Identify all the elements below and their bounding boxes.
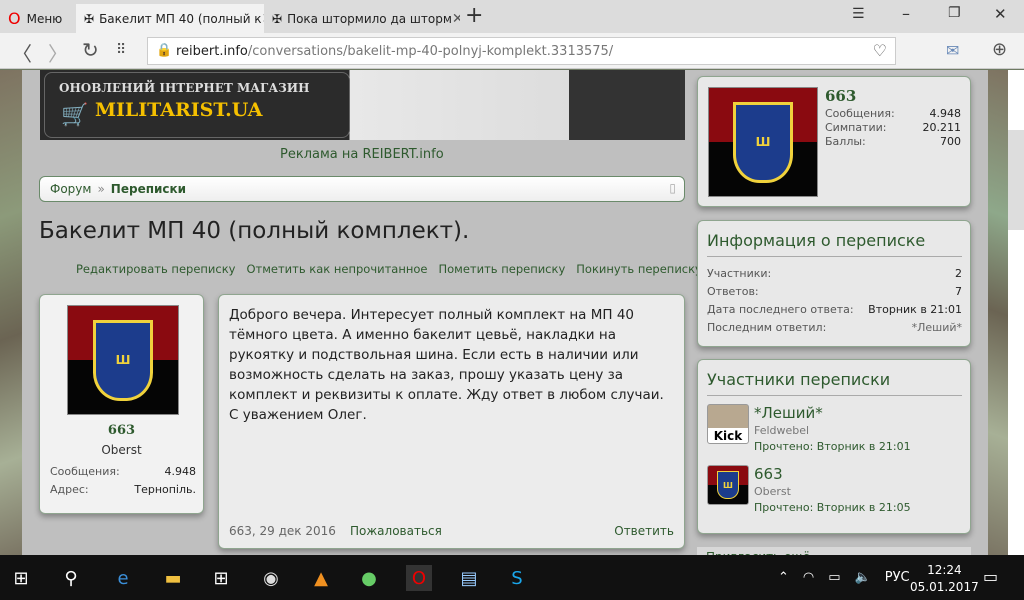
message-text: Доброго вечера. Интересует полный компле… — [229, 307, 664, 423]
participant-avatar[interactable]: Kick — [707, 404, 749, 444]
maximize-button[interactable]: ❐ — [948, 5, 961, 21]
author-name[interactable]: 663 — [40, 423, 203, 438]
minimize-button[interactable]: – — [902, 4, 910, 23]
iron-cross-icon: ✠ — [272, 11, 283, 26]
trident-icon: Ш — [717, 470, 739, 500]
cart-icon: 🛒 — [61, 103, 89, 128]
profile-name[interactable]: 663 — [825, 87, 856, 105]
store-icon[interactable]: ⊞ — [208, 565, 234, 591]
conversation-actions: Редактировать переписку Отметить как неп… — [76, 262, 702, 276]
scrollbar[interactable] — [1008, 70, 1024, 555]
info-row: Последним ответил: *Леший* — [707, 321, 962, 334]
edit-conversation-link[interactable]: Редактировать переписку — [76, 262, 235, 276]
message-body: Доброго вечера. Интересует полный компле… — [218, 294, 685, 549]
search-icon[interactable]: ⚲ — [58, 565, 84, 591]
reload-button[interactable]: ↻ — [82, 38, 99, 62]
app-icon[interactable]: ● — [356, 565, 382, 591]
participant-name[interactable]: 663 — [754, 465, 783, 483]
wifi-icon[interactable]: ◠ — [803, 570, 814, 585]
avatar[interactable]: Ш — [67, 305, 179, 415]
battery-icon[interactable]: ▭ — [828, 570, 840, 585]
info-row: Дата последнего ответа: Вторник в 21:01 — [707, 303, 962, 316]
start-button[interactable]: ⊞ — [8, 565, 34, 591]
message-user-info: Ш 663 Oberst Сообщения: 4.948 Адрес: Терно… — [39, 294, 204, 514]
download-icon[interactable]: ⊕ — [992, 39, 1007, 60]
page-title: Бакелит МП 40 (полный комплект). — [39, 218, 470, 244]
opera-icon[interactable]: O — [406, 565, 432, 591]
message-date[interactable]: 663, 29 дек 2016 — [229, 524, 336, 538]
edge-icon[interactable]: e — [110, 565, 136, 591]
volume-icon[interactable]: 🔈 — [855, 570, 871, 585]
app-icon[interactable]: ▤ — [456, 565, 482, 591]
page-icon[interactable]: ▯ — [669, 181, 676, 195]
explorer-icon[interactable]: ▬ — [160, 565, 186, 591]
info-row: Ответов: 7 — [707, 285, 962, 298]
tab-active[interactable]: ✠Бакелит МП 40 (полный к✕ — [76, 4, 264, 33]
lock-icon: 🔒 — [156, 43, 173, 58]
trident-icon: Ш — [733, 101, 793, 183]
close-window-button[interactable]: ✕ — [994, 5, 1007, 23]
camo-background — [0, 70, 22, 555]
heart-icon[interactable]: ♡ — [873, 41, 887, 60]
language-indicator[interactable]: РУС — [885, 570, 910, 585]
stat-row: Симпатии: 20.211 — [825, 121, 961, 134]
avatar[interactable]: Ш — [708, 87, 818, 197]
opera-menu-button[interactable]: O Меню — [0, 4, 76, 33]
close-tab-icon[interactable]: ✕ — [452, 11, 460, 27]
page-content: ОНОВЛЕНИЙ ІНТЕРНЕТ МАГАЗИН MILITARIST.UA… — [22, 70, 988, 555]
chevron-up-icon[interactable]: ⌃ — [778, 570, 789, 585]
star-conversation-link[interactable]: Пометить переписку — [438, 262, 565, 276]
invite-link[interactable]: Пригласить ещё — [697, 547, 971, 555]
section-title: Информация о переписке — [707, 231, 962, 257]
leave-conversation-link[interactable]: Покинуть переписку — [576, 262, 702, 276]
breadcrumb-forum[interactable]: Форум — [50, 182, 91, 196]
reply-link[interactable]: Ответить — [614, 524, 674, 538]
forward-button[interactable]: 〉 — [48, 38, 68, 67]
author-rank: Oberst — [101, 443, 142, 457]
mail-icon[interactable]: ✉ — [946, 41, 959, 60]
breadcrumb: Форум » Переписки ▯ — [39, 176, 685, 202]
speed-dial-icon[interactable]: ⠿ — [116, 42, 126, 58]
clock[interactable]: 12:24 05.01.2017 — [910, 562, 979, 596]
app-icon[interactable]: ▲ — [308, 565, 334, 591]
conversation-info: Информация о переписке Участники: 2 Ответ… — [697, 220, 971, 347]
skype-icon[interactable]: S — [504, 565, 530, 591]
participant-name[interactable]: *Леший* — [754, 404, 823, 422]
tab-bar: OМеню ✠Бакелит МП 40 (полный к✕ ✠Пока шт… — [0, 0, 1024, 33]
participants-box: Участники переписки Kick *Леший* Feldweb… — [697, 359, 971, 534]
system-tray: ⌃ ◠ ▭ 🔈 РУС — [778, 570, 910, 585]
back-button[interactable]: 〈 — [12, 38, 32, 67]
participant-avatar[interactable]: Ш — [707, 465, 749, 505]
tab-menu-icon[interactable]: ☰ — [852, 6, 865, 22]
url-input[interactable]: 🔒 reibert.info/conversations/bakelit-mp-… — [147, 37, 896, 65]
mark-unread-link[interactable]: Отметить как непрочитанное — [246, 262, 427, 276]
app-icon[interactable]: ◉ — [258, 565, 284, 591]
ad-banner[interactable]: ОНОВЛЕНИЙ ІНТЕРНЕТ МАГАЗИН MILITARIST.UA… — [40, 70, 685, 140]
tab[interactable]: ✠ Пока штормило да шторм ✕ — [264, 4, 460, 33]
opera-logo-icon: O — [8, 9, 21, 28]
stat-row: Сообщения: 4.948 — [825, 107, 961, 120]
stat-row: Баллы: 700 — [825, 135, 961, 148]
section-title: Участники переписки — [707, 370, 962, 396]
new-tab-button[interactable]: + — [465, 3, 483, 28]
iron-cross-icon: ✠ — [84, 11, 95, 26]
ad-caption[interactable]: Реклама на REIBERT.info — [280, 147, 444, 162]
report-link[interactable]: Пожаловаться — [350, 524, 442, 538]
camo-background — [988, 70, 1008, 555]
breadcrumb-conversations[interactable]: Переписки — [111, 182, 186, 196]
stat-row: Адрес: Тернопіль. — [50, 483, 196, 496]
trident-icon: Ш — [92, 319, 154, 401]
notifications-icon[interactable]: ▭ — [983, 567, 998, 586]
stat-row: Сообщения: 4.948 — [50, 465, 196, 478]
profile-card: Ш 663 Сообщения: 4.948 Симпатии: 20.211 Ба… — [697, 76, 971, 207]
info-row: Участники: 2 — [707, 267, 962, 280]
